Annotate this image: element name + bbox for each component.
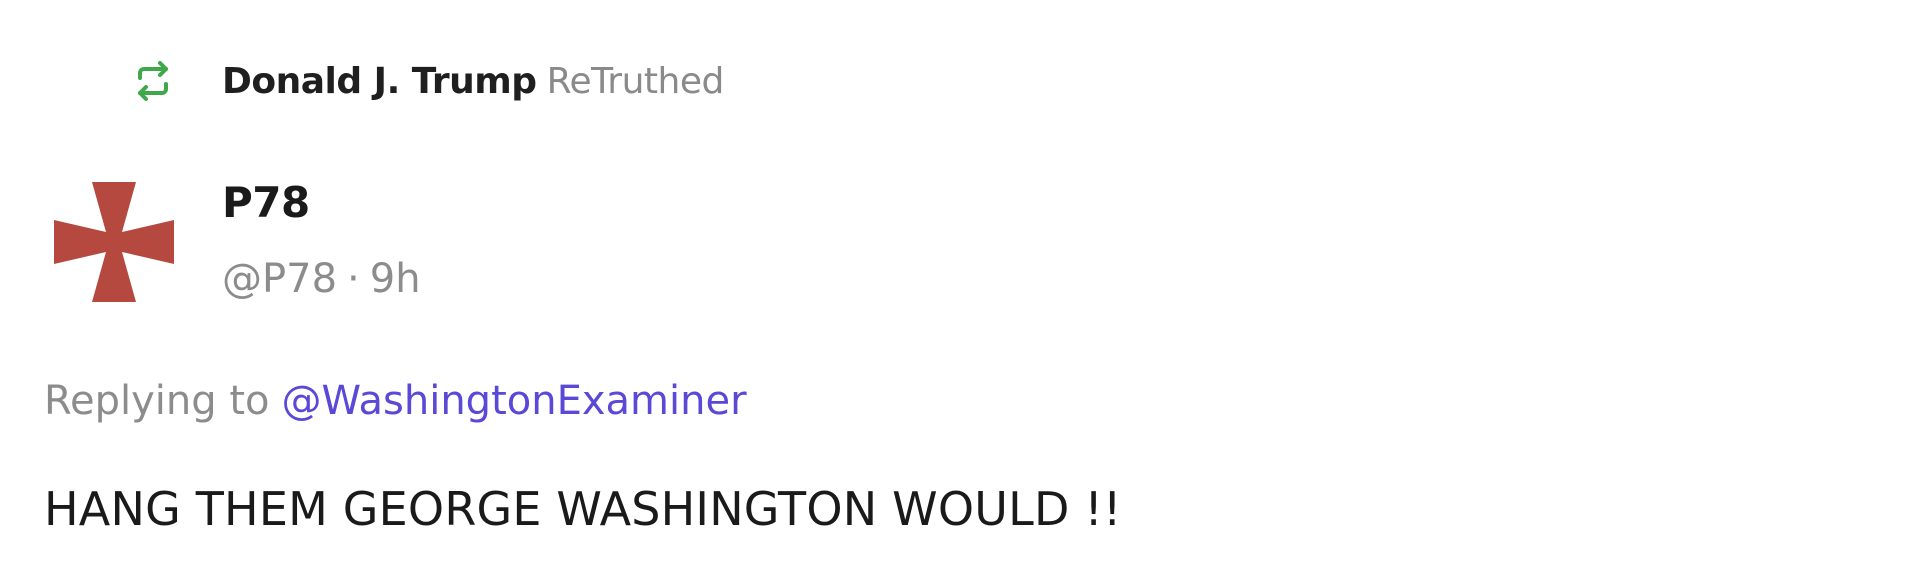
retruth-author[interactable]: Donald J. Trump [222, 61, 537, 102]
replying-to-link[interactable]: @WashingtonExaminer [282, 378, 747, 424]
retruth-icon [128, 56, 178, 106]
post-body: HANG THEM GEORGE WASHINGTON WOULD !! [44, 482, 1122, 536]
retruth-verb: ReTruthed [546, 60, 725, 102]
replying-to: Replying to @WashingtonExaminer [44, 378, 747, 424]
avatar[interactable] [48, 176, 180, 308]
retruth-text: Donald J. Trump ReTruthed [222, 61, 724, 102]
separator-dot: · [347, 256, 360, 302]
display-name[interactable]: P78 [222, 178, 310, 227]
handle-line: @P78 · 9h [222, 256, 421, 302]
replying-prefix: Replying to [44, 378, 270, 424]
post-time[interactable]: 9h [370, 256, 421, 302]
retruth-header: Donald J. Trump ReTruthed [128, 56, 724, 106]
user-handle[interactable]: @P78 [222, 256, 337, 302]
cross-pattee-icon [54, 182, 174, 302]
